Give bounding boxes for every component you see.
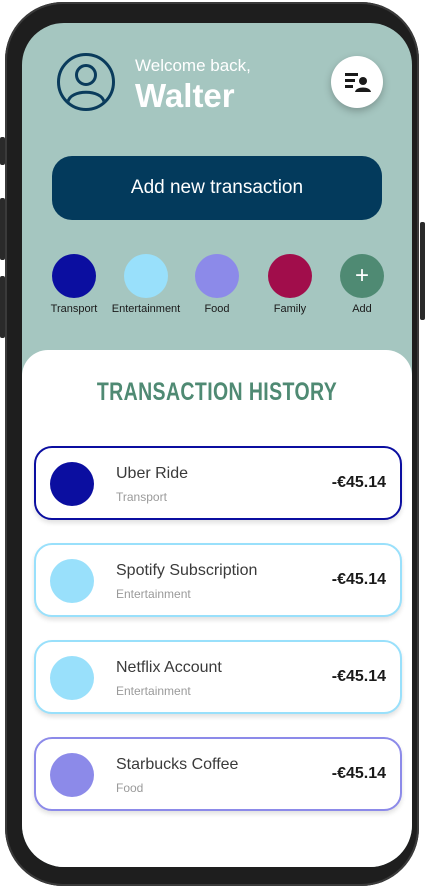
side-button [0, 137, 5, 165]
transaction-history-panel: TRANSACTION HISTORY Uber Ride Transport -€… [22, 350, 412, 867]
user-name: Walter [135, 77, 235, 114]
category-add[interactable]: + Add [322, 254, 402, 315]
transaction-category: Food [116, 781, 144, 795]
transaction-title: Uber Ride [116, 465, 189, 482]
category-label: Transport [50, 303, 98, 315]
transaction-title: Starbucks Coffee [116, 756, 239, 773]
transaction-card[interactable]: Netflix Account Entertainment -€45.14 [34, 640, 402, 714]
welcome-text: Welcome back, [135, 56, 251, 75]
transaction-card[interactable]: Uber Ride Transport -€45.14 [34, 446, 402, 520]
volume-up-button [0, 198, 5, 260]
category-entertainment[interactable]: Entertainment [106, 254, 186, 315]
user-list-icon [345, 73, 371, 92]
transaction-amount: -€45.14 [331, 668, 386, 685]
user-icon [66, 64, 106, 103]
transaction-amount: -€45.14 [331, 571, 386, 588]
category-label: Food [204, 303, 230, 315]
transaction-category: Entertainment [116, 684, 191, 698]
transaction-category: Transport [116, 490, 167, 504]
transaction-amount: -€45.14 [331, 474, 386, 491]
transaction-amount: -€45.14 [331, 765, 386, 782]
category-color-dot [50, 753, 94, 797]
category-color-dot [50, 559, 94, 603]
category-color-dot [50, 462, 94, 506]
transaction-category: Entertainment [116, 587, 191, 601]
app-screen: Welcome back, Walter Add new transaction… [22, 23, 412, 867]
transaction-card[interactable]: Starbucks Coffee Food -€45.14 [34, 737, 402, 811]
add-transaction-button[interactable]: Add new transaction [52, 156, 382, 220]
history-title: TRANSACTION HISTORY [96, 378, 338, 406]
category-transport[interactable]: Transport [34, 254, 114, 315]
category-food[interactable]: Food [177, 254, 257, 315]
transaction-title: Netflix Account [116, 659, 222, 676]
category-label: Entertainment [111, 303, 181, 315]
phone-frame: Welcome back, Walter Add new transaction… [5, 2, 419, 886]
category-label: Family [273, 303, 307, 315]
plus-icon: + [340, 254, 384, 298]
category-color-dot [195, 254, 239, 298]
transaction-card[interactable]: Spotify Subscription Entertainment -€45.14 [34, 543, 402, 617]
user-menu-button[interactable] [331, 56, 383, 108]
power-button [420, 222, 425, 320]
category-color-dot [50, 656, 94, 700]
category-color-dot [268, 254, 312, 298]
avatar[interactable] [57, 53, 115, 111]
volume-down-button [0, 276, 5, 338]
category-label: Add [352, 303, 372, 315]
transaction-title: Spotify Subscription [116, 562, 258, 579]
category-color-dot [124, 254, 168, 298]
category-color-dot [52, 254, 96, 298]
category-family[interactable]: Family [250, 254, 330, 315]
